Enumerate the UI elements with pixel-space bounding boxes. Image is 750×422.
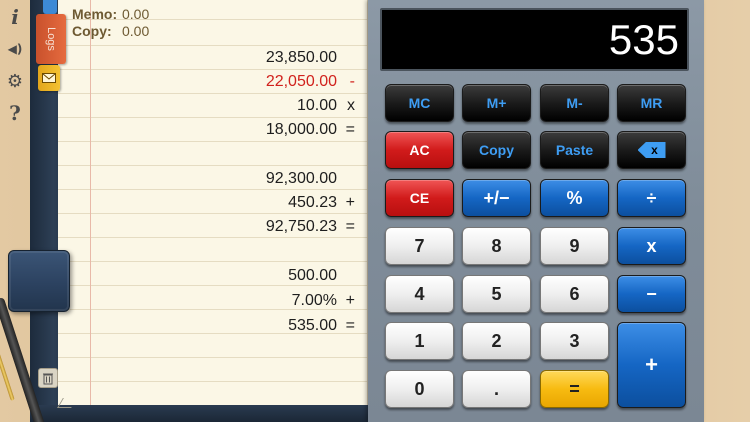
log-line: 23,850.00 — [265, 49, 337, 66]
digit-5-button[interactable]: 5 — [462, 275, 531, 313]
log-line: 500.00 — [288, 267, 337, 284]
clear-entry-button[interactable]: CE — [385, 179, 454, 217]
log-line: 18,000.00 = — [265, 121, 355, 138]
copy-row: Copy: 0.00 — [72, 23, 150, 39]
calculator-body: 535 MC M+ M- MR AC Copy Paste x CE +/− %… — [368, 0, 704, 422]
log-line: 92,750.23 = — [265, 218, 355, 235]
digit-6-button[interactable]: 6 — [540, 275, 609, 313]
mr-button[interactable]: MR — [617, 84, 686, 122]
log-line: 450.23 + — [288, 194, 355, 211]
trash-icon — [43, 373, 53, 384]
bookmark-tab[interactable] — [43, 0, 57, 14]
all-clear-button[interactable]: AC — [385, 131, 454, 169]
digit-0-button[interactable]: 0 — [385, 370, 454, 408]
equals-button[interactable]: = — [540, 370, 609, 408]
minus-button[interactable]: − — [617, 275, 686, 313]
trash-button[interactable] — [38, 368, 58, 388]
envelope-icon — [42, 73, 56, 83]
multiply-button[interactable]: x — [617, 227, 686, 265]
divide-button[interactable]: ÷ — [617, 179, 686, 217]
mail-tab[interactable] — [38, 65, 60, 91]
logs-tab[interactable]: Logs — [36, 14, 66, 64]
paste-button[interactable]: Paste — [540, 131, 609, 169]
digit-3-button[interactable]: 3 — [540, 322, 609, 360]
info-icon[interactable]: i — [4, 5, 26, 29]
help-icon[interactable]: ? — [4, 101, 26, 125]
log-line: 535.00 = — [288, 317, 355, 334]
percent-button[interactable]: % — [540, 179, 609, 217]
backspace-button[interactable]: x — [617, 131, 686, 169]
digit-7-button[interactable]: 7 — [385, 227, 454, 265]
copy-value: 0.00 — [122, 23, 150, 39]
digit-4-button[interactable]: 4 — [385, 275, 454, 313]
calculator-display: 535 — [380, 8, 689, 71]
notebook-bottom-edge — [30, 405, 375, 422]
backspace-icon: x — [637, 142, 666, 158]
log-line: 10.00 x — [296, 97, 355, 114]
decimal-button[interactable]: . — [462, 370, 531, 408]
log-line: 92,300.00 — [265, 170, 337, 187]
plus-minus-button[interactable]: +/− — [462, 179, 531, 217]
mc-button[interactable]: MC — [385, 84, 454, 122]
plus-button[interactable]: + — [617, 322, 686, 408]
settings-icon[interactable]: ⚙ — [4, 70, 26, 92]
memo-value: 0.00 — [122, 6, 150, 22]
digit-2-button[interactable]: 2 — [462, 322, 531, 360]
m-plus-button[interactable]: M+ — [462, 84, 531, 122]
sound-icon[interactable]: ◀) — [4, 38, 26, 60]
memo-row: Memo: 0.00 — [72, 6, 150, 22]
m-minus-button[interactable]: M- — [540, 84, 609, 122]
digit-8-button[interactable]: 8 — [462, 227, 531, 265]
log-line: 22,050.00- — [265, 73, 355, 90]
copy-button[interactable]: Copy — [462, 131, 531, 169]
digit-9-button[interactable]: 9 — [540, 227, 609, 265]
log-line: 7.00% + — [291, 292, 355, 309]
digit-1-button[interactable]: 1 — [385, 322, 454, 360]
notebook-strap — [8, 250, 70, 312]
